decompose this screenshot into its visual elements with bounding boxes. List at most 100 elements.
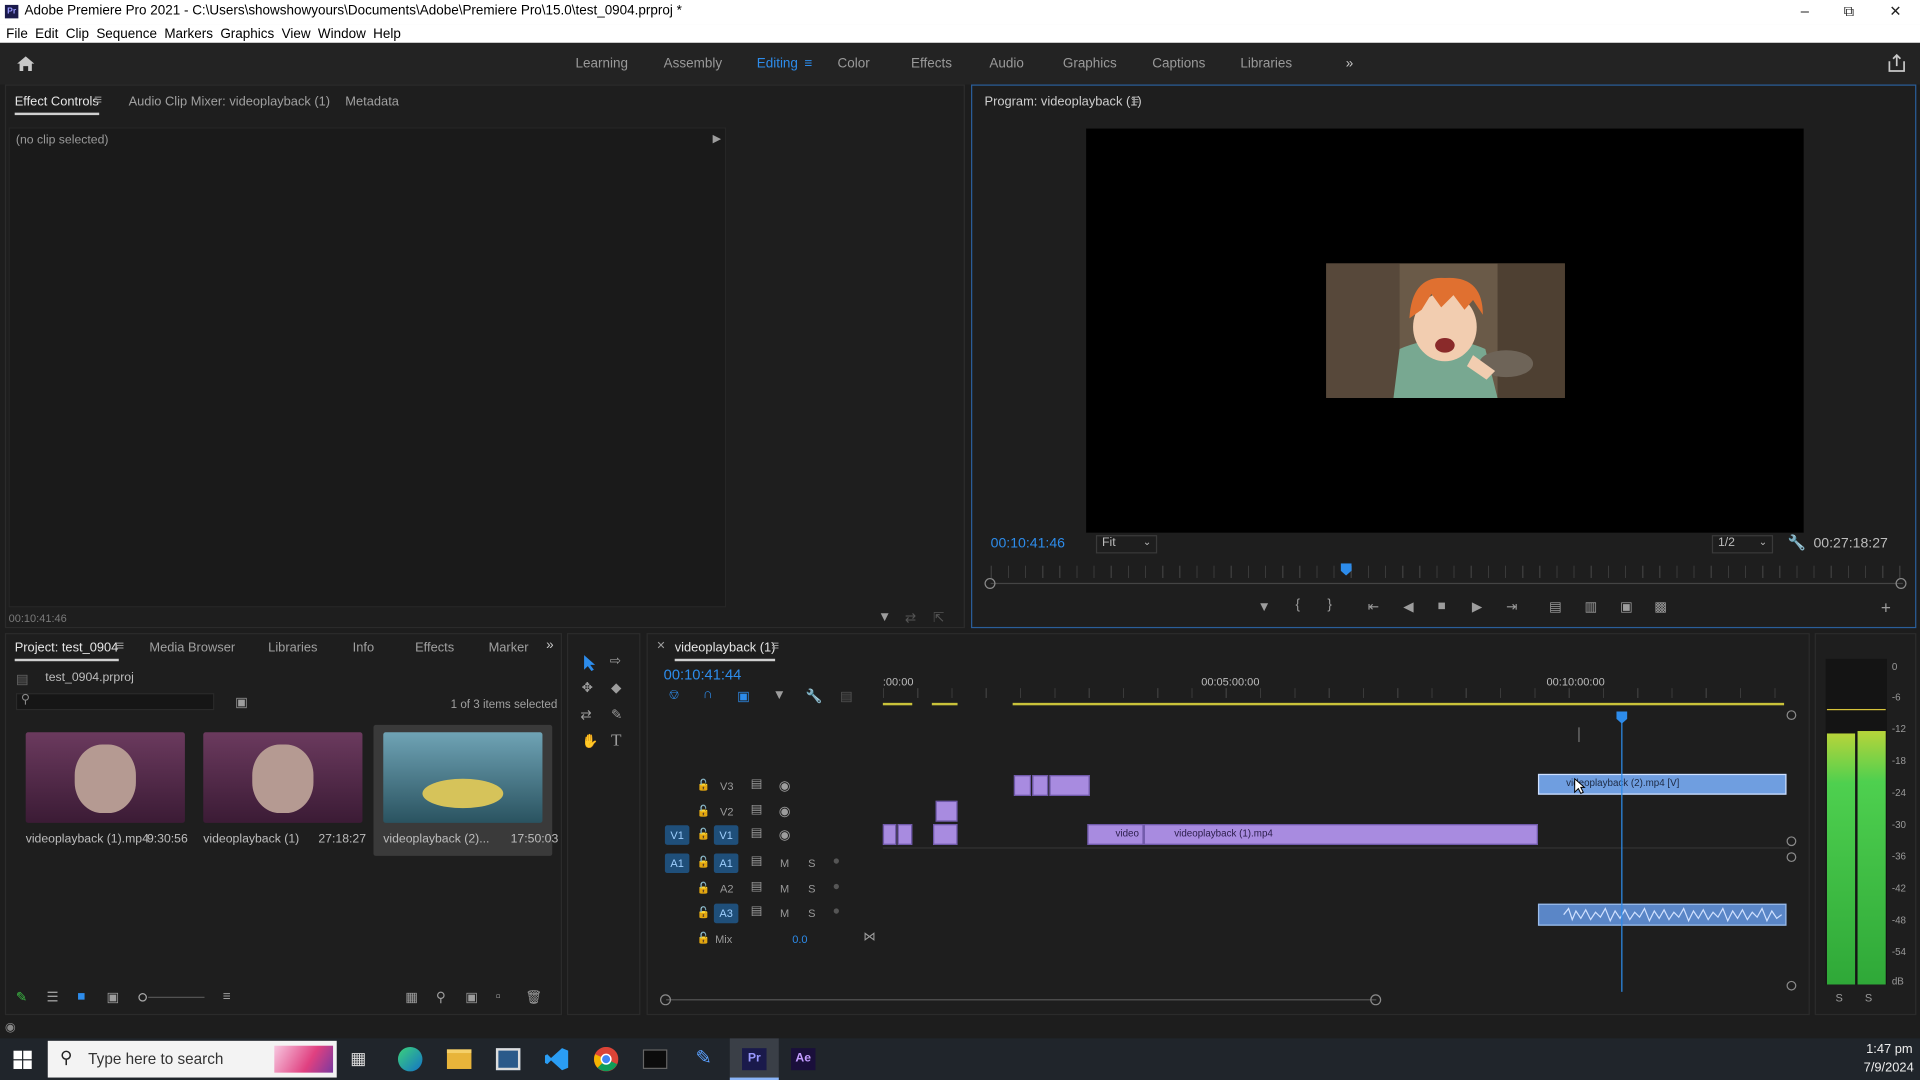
list-view-icon[interactable]: ☰ [47,989,59,1006]
workspace-captions[interactable]: Captions [1152,56,1205,71]
task-view-icon[interactable]: ▦ [350,1048,366,1069]
workspace-effects[interactable]: Effects [911,56,952,71]
comparison-view-icon[interactable]: ▩ [1654,599,1667,615]
new-bin-from-search-icon[interactable]: ▣ [235,694,248,711]
nest-toggle-icon[interactable]: ⎊ [669,688,680,704]
sort-icon[interactable]: ≡ [223,989,231,1004]
lock-icon[interactable]: 🔓 [697,932,711,945]
eye-icon[interactable]: ◉ [779,827,791,843]
lock-icon[interactable]: 🔓 [697,804,711,817]
menu-sequence[interactable]: Sequence [96,26,157,41]
microphone-icon[interactable]: ● [833,855,840,868]
menu-view[interactable]: View [282,26,311,41]
clip-v3[interactable] [1013,775,1032,796]
stop-icon[interactable]: ■ [1438,599,1446,614]
tab-metadata[interactable]: Metadata [345,94,399,109]
zoom-slider[interactable] [138,993,205,1002]
mark-in-icon[interactable]: { [1296,598,1301,613]
h-scroll-start-handle[interactable] [660,994,672,1006]
more-panels-icon[interactable]: » [546,638,554,653]
mix-value[interactable]: 0.0 [792,933,807,945]
hand-tool-icon[interactable]: ✋ [582,733,599,750]
clip-a3-audio[interactable] [1537,903,1787,926]
file-explorer-icon[interactable] [446,1049,472,1069]
timeline-settings-icon[interactable]: 🔧 [806,688,823,704]
ripple-edit-icon[interactable]: ✥ [582,680,593,696]
tab-info[interactable]: Info [353,640,374,655]
workspace-graphics[interactable]: Graphics [1063,56,1117,71]
solo-button[interactable]: S [808,907,815,919]
taskbar-premiere-active[interactable]: Pr [729,1038,779,1080]
trash-icon[interactable]: 🗑 [525,989,542,1006]
clip-v1[interactable] [933,824,958,845]
timeline-timecode[interactable]: 00:10:41:44 [664,666,742,683]
timeline-ruler[interactable]: :00:00 00:05:00:00 00:10:00:00 [882,676,1789,710]
program-time-ruler[interactable] [990,565,1903,578]
go-to-out-icon[interactable]: ⇥ [1506,599,1517,615]
filter-icon[interactable]: ▼ [878,610,891,625]
workspace-learning[interactable]: Learning [576,56,628,71]
tab-libraries[interactable]: Libraries [268,640,317,655]
workspace-menu-icon[interactable]: ≡ [804,56,812,71]
solo-left-button[interactable]: S [1836,992,1843,1004]
lock-icon[interactable]: 🔓 [697,828,711,841]
workspace-audio[interactable]: Audio [989,56,1023,71]
source-patch-a1[interactable]: A1 [664,853,690,874]
zoom-fit-dropdown[interactable]: Fit ⌄ [1095,535,1158,554]
project-search-input[interactable]: ⚲ [15,693,215,711]
lock-icon[interactable]: 🔓 [697,779,711,792]
more-workspaces-icon[interactable]: » [1346,56,1354,71]
photos-icon[interactable] [495,1048,521,1071]
clip-v3[interactable] [1049,775,1090,796]
solo-right-button[interactable]: S [1865,992,1872,1004]
v-scroll-handle[interactable] [1786,710,1797,721]
menu-file[interactable]: File [6,26,28,41]
timeline-playhead-handle[interactable] [1616,711,1628,724]
razor-tool-icon[interactable]: ◆ [611,680,621,696]
sync-lock-icon[interactable]: ▤ [751,803,763,816]
mute-button[interactable]: M [780,857,789,869]
after-effects-app-icon[interactable]: Ae [791,1048,816,1071]
project-item-2[interactable]: videoplayback (1) 27:18:27 [198,730,367,852]
clip-v1[interactable] [897,824,913,845]
track-label-box[interactable]: A1 [713,853,739,874]
icon-view-icon[interactable]: ■ [77,989,85,1004]
workspace-libraries[interactable]: Libraries [1240,56,1292,71]
find-icon[interactable]: ⚲ [436,989,446,1006]
home-icon[interactable] [16,55,36,72]
pen-app-icon[interactable]: ✎ [696,1046,712,1070]
scrubber-start-handle[interactable] [984,577,996,589]
automate-to-sequence-icon[interactable]: ▦ [405,989,418,1006]
sync-lock-icon[interactable]: ▤ [751,855,763,868]
new-item-icon[interactable]: ▫ [496,989,501,1004]
taskbar-date[interactable]: 7/9/2024 [1864,1060,1914,1075]
pencil-icon[interactable]: ✎ [16,989,27,1006]
clip-v2[interactable] [935,800,958,822]
minimize-button[interactable]: – [1783,0,1827,24]
chrome-icon[interactable] [593,1046,619,1072]
taskbar-time[interactable]: 1:47 pm [1866,1042,1912,1057]
menu-help[interactable]: Help [373,26,401,41]
program-menu-icon[interactable]: ≡ [1131,93,1139,108]
pen-tool-icon[interactable]: ✎ [611,707,622,723]
menu-graphics[interactable]: Graphics [220,26,274,41]
slip-tool-icon[interactable]: ⇄ [580,707,591,723]
project-menu-icon[interactable]: ≡ [116,639,124,654]
step-forward-icon[interactable]: ▶ [1472,599,1482,615]
sync-lock-icon[interactable]: ▤ [751,880,763,893]
menu-window[interactable]: Window [318,26,366,41]
windows-start-icon[interactable] [13,1050,32,1069]
terminal-icon[interactable] [642,1049,668,1069]
tab-effect-controls[interactable]: Effect Controls [14,94,99,116]
solo-button[interactable]: S [808,883,815,895]
selection-tool-icon[interactable] [583,654,598,672]
captions-icon[interactable]: ▤ [840,688,853,704]
lock-icon[interactable]: 🔓 [697,882,711,895]
program-current-timecode[interactable]: 00:10:41:46 [991,536,1065,551]
solo-button[interactable]: S [808,857,815,869]
workspace-editing[interactable]: Editing [757,56,798,71]
a-scroll-handle[interactable] [1786,980,1797,991]
tab-project[interactable]: Project: test_0904 [14,640,118,662]
clip-v3[interactable] [1032,775,1049,796]
type-tool-icon[interactable]: T [611,732,621,752]
